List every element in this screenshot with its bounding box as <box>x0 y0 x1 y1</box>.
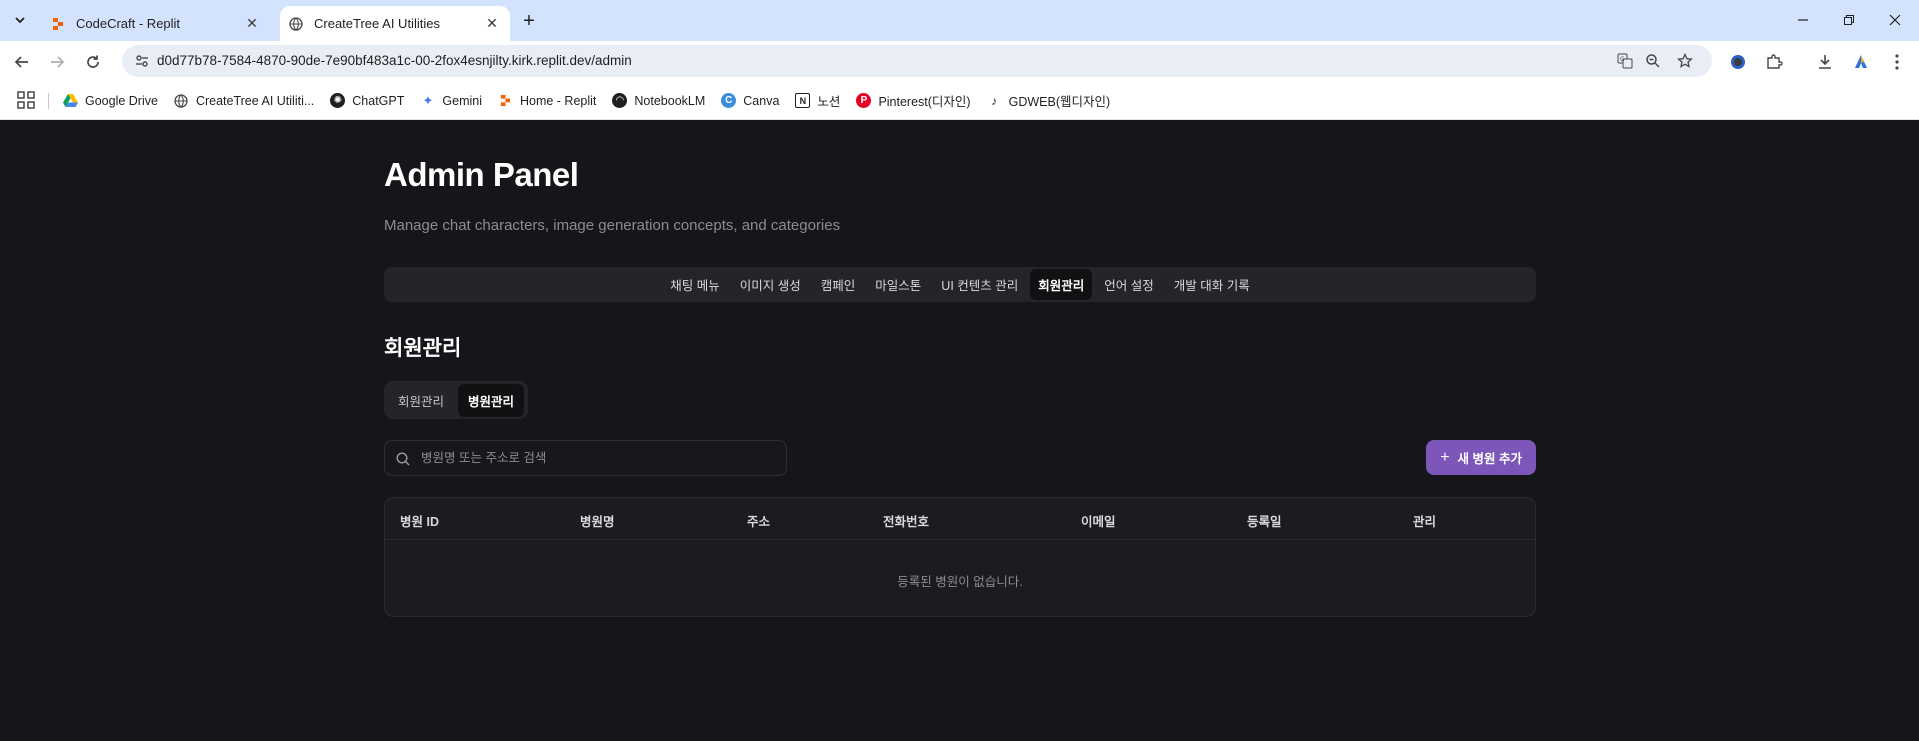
section-title: 회원관리 <box>384 337 462 360</box>
bookmark-canva[interactable]: C Canva <box>721 93 779 108</box>
replit-icon <box>498 93 513 108</box>
column-header-address: 주소 <box>747 515 771 529</box>
bookmark-label: CreateTree AI Utiliti... <box>195 93 315 108</box>
plus-icon: + <box>1440 448 1450 466</box>
tab-image-generation[interactable]: 이미지 생성 <box>732 269 809 300</box>
app-extension-icon[interactable] <box>1850 51 1872 73</box>
column-header-phone: 전화번호 <box>883 515 930 529</box>
tab-title: CreateTree AI Utilities <box>314 16 440 31</box>
tab-ui-content[interactable]: UI 컨텐츠 관리 <box>933 269 1026 300</box>
bookmark-gdweb[interactable]: ♪ GDWEB(웹디자인) <box>987 91 1111 110</box>
page-subtitle: Manage chat characters, image generation… <box>384 217 841 234</box>
browser-toolbar: d0d77b78-7584-4870-90de-7e90bf483a1c-00-… <box>0 41 1919 81</box>
back-arrow-icon[interactable] <box>9 49 35 75</box>
browser-tab-codecraft[interactable]: CodeCraft - Replit ✕ <box>40 6 270 41</box>
bookmark-label: Canva <box>743 93 780 108</box>
bookmarks-bar: Google Drive CreateTree AI Utiliti... ✺ … <box>0 81 1919 120</box>
hospital-search-input[interactable] <box>421 441 781 475</box>
column-header-actions: 관리 <box>1413 515 1437 529</box>
forward-arrow-icon[interactable] <box>44 49 70 75</box>
bookmark-gemini[interactable]: ✦ Gemini <box>420 93 482 108</box>
bookmark-pinterest[interactable]: P Pinterest(디자인) <box>856 91 971 110</box>
admin-page: Admin Panel Manage chat characters, imag… <box>0 121 1919 741</box>
search-icon <box>396 452 410 466</box>
close-tab-icon[interactable]: ✕ <box>482 14 502 34</box>
bookmarks-divider <box>48 93 49 109</box>
minimize-icon[interactable] <box>1780 8 1826 32</box>
extensions-puzzle-icon[interactable] <box>1763 51 1785 73</box>
profile-extension-icon[interactable] <box>1727 51 1749 73</box>
zoom-icon[interactable] <box>1642 51 1664 71</box>
site-info-icon[interactable] <box>132 51 152 71</box>
more-menu-icon[interactable] <box>1886 51 1908 73</box>
bookmark-label: 노션 <box>817 95 841 109</box>
gemini-icon: ✦ <box>422 92 434 108</box>
sub-tabs: 회원관리 병원관리 <box>384 381 529 419</box>
new-tab-plus-icon[interactable]: + <box>517 9 541 33</box>
gdweb-icon: ♪ <box>991 93 998 108</box>
hospital-table: 병원 ID 병원명 주소 전화번호 이메일 등록일 관리 등록된 병원이 없습니… <box>384 497 1536 617</box>
add-hospital-button[interactable]: + 새 병원 추가 <box>1426 440 1536 475</box>
column-header-registered-date: 등록일 <box>1247 515 1282 529</box>
tab-language-settings[interactable]: 언어 설정 <box>1096 269 1161 300</box>
google-drive-icon <box>63 93 78 108</box>
page-title: Admin Panel <box>384 156 579 193</box>
column-header-hospital-id: 병원 ID <box>400 515 439 529</box>
reload-icon[interactable] <box>80 49 106 75</box>
bookmark-label: Google Drive <box>85 93 158 108</box>
close-tab-icon[interactable]: ✕ <box>242 14 262 34</box>
bookmark-label: GDWEB(웹디자인) <box>1008 95 1111 109</box>
download-icon[interactable] <box>1814 51 1836 73</box>
translate-icon[interactable]: G <box>1614 51 1636 71</box>
canva-icon: C <box>721 93 737 108</box>
bookmark-chatgpt[interactable]: ✺ ChatGPT <box>330 93 404 108</box>
tab-chat-menu[interactable]: 채팅 메뉴 <box>662 269 727 300</box>
address-bar[interactable]: d0d77b78-7584-4870-90de-7e90bf483a1c-00-… <box>122 45 1712 77</box>
add-hospital-label: 새 병원 추가 <box>1457 452 1522 466</box>
bookmark-label: Home - Replit <box>519 93 597 108</box>
bookmark-createtree[interactable]: CreateTree AI Utiliti... <box>174 93 314 108</box>
notion-icon: N <box>795 93 811 108</box>
table-header: 병원 ID 병원명 주소 전화번호 이메일 등록일 관리 <box>385 498 1535 540</box>
column-header-email: 이메일 <box>1081 515 1116 529</box>
tab-member-management[interactable]: 회원관리 <box>1030 269 1093 300</box>
tab-milestone[interactable]: 마일스톤 <box>867 269 929 300</box>
bookmark-replit[interactable]: Home - Replit <box>498 93 596 108</box>
tab-campaign[interactable]: 캠페인 <box>813 269 864 300</box>
tab-dev-chat-log[interactable]: 개발 대화 기록 <box>1166 269 1258 300</box>
url-text[interactable]: d0d77b78-7584-4870-90de-7e90bf483a1c-00-… <box>157 53 632 68</box>
hospital-search-box <box>384 440 787 476</box>
notebooklm-icon: ◠ <box>612 93 628 108</box>
admin-main-tabs: 채팅 메뉴 이미지 생성 캠페인 마일스톤 UI 컨텐츠 관리 회원관리 언어 … <box>384 267 1536 302</box>
chevron-down-icon <box>15 17 25 24</box>
replit-icon <box>50 16 66 32</box>
bookmark-star-icon[interactable] <box>1674 51 1696 71</box>
apps-grid-icon[interactable] <box>17 91 35 109</box>
restore-icon[interactable] <box>1826 8 1872 32</box>
globe-icon <box>174 93 189 108</box>
bookmark-label: ChatGPT <box>352 93 405 108</box>
tab-search-button[interactable] <box>7 8 33 32</box>
bookmark-notion[interactable]: N 노션 <box>795 91 840 110</box>
table-empty-message: 등록된 병원이 없습니다. <box>897 575 1023 589</box>
column-header-hospital-name: 병원명 <box>580 515 615 529</box>
svg-text:G: G <box>1620 56 1625 63</box>
globe-icon <box>288 16 304 32</box>
tab-title: CodeCraft - Replit <box>76 16 181 31</box>
close-window-icon[interactable] <box>1872 8 1918 32</box>
browser-tab-strip: CodeCraft - Replit ✕ CreateTree AI Utili… <box>0 0 1919 41</box>
bookmark-google-drive[interactable]: Google Drive <box>63 93 158 108</box>
chatgpt-icon: ✺ <box>330 93 346 108</box>
pinterest-icon: P <box>856 93 872 108</box>
bookmark-label: Gemini <box>442 93 482 108</box>
subtab-members[interactable]: 회원관리 <box>388 384 454 417</box>
bookmark-notebooklm[interactable]: ◠ NotebookLM <box>612 93 705 108</box>
bookmark-label: NotebookLM <box>634 93 706 108</box>
bookmark-label: Pinterest(디자인) <box>878 95 971 109</box>
subtab-hospitals[interactable]: 병원관리 <box>458 383 525 417</box>
browser-tab-createtree[interactable]: CreateTree AI Utilities ✕ <box>280 6 510 41</box>
